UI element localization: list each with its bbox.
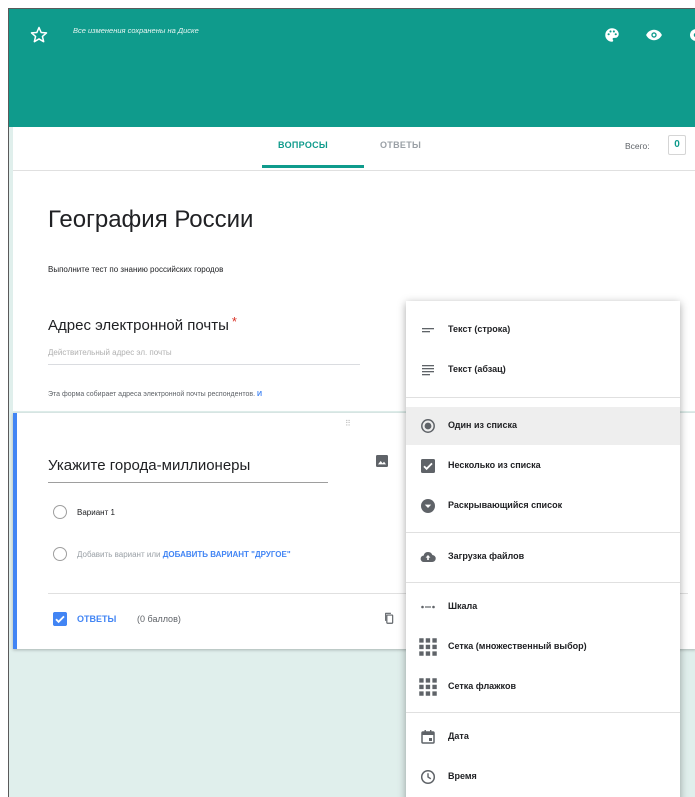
menu-item-label: Один из списка — [448, 420, 517, 430]
eye-icon[interactable] — [645, 26, 663, 44]
menu-item-label: Загрузка файлов — [448, 551, 525, 561]
app-frame: Все изменения сохранены на Диске ВОПРОСЫ… — [8, 8, 695, 797]
menu-item-multiple-choice[interactable]: Один из списка — [406, 407, 680, 445]
email-question-label: Адрес электронной почты — [48, 317, 229, 334]
tab-bar: ВОПРОСЫ ОТВЕТЫ Всего: 0 — [13, 127, 695, 171]
clock-icon — [420, 769, 436, 785]
answer-key-link[interactable]: ОТВЕТЫ — [77, 614, 116, 624]
email-field: Действительный адрес эл. почты — [48, 348, 360, 365]
linear-scale-icon — [421, 605, 435, 609]
menu-item-checkbox-grid[interactable]: Сетка флажков — [406, 668, 680, 706]
menu-item-date[interactable]: Дата — [406, 718, 680, 756]
calendar-icon — [421, 730, 435, 744]
menu-divider — [406, 397, 680, 398]
palette-icon[interactable] — [603, 26, 621, 44]
tab-answers[interactable]: ОТВЕТЫ — [380, 140, 421, 150]
menu-item-label: Текст (строка) — [448, 324, 511, 334]
paragraph-icon — [422, 365, 434, 376]
menu-item-short-text[interactable]: Текст (строка) — [406, 311, 680, 349]
cloud-upload-icon — [420, 552, 436, 563]
header-bar: Все изменения сохранены на Диске — [9, 9, 695, 127]
form-description[interactable]: Выполните тест по знанию российских горо… — [48, 265, 223, 274]
add-other-option-link[interactable]: ДОБАВИТЬ ВАРИАНТ "ДРУГОЕ" — [163, 550, 291, 559]
menu-item-label: Сетка (множественный выбор) — [448, 641, 587, 651]
dropdown-icon — [421, 499, 435, 513]
star-icon[interactable] — [29, 25, 49, 45]
add-option-radio — [53, 547, 67, 561]
drag-handle-icon[interactable]: ⠿ — [345, 419, 351, 428]
checkbox-icon — [421, 459, 435, 473]
short-text-icon — [422, 328, 434, 333]
menu-item-checkboxes[interactable]: Несколько из списка — [406, 447, 680, 485]
email-note-text: Эта форма собирает адреса электронной по… — [48, 391, 256, 398]
menu-item-grid[interactable]: Сетка (множественный выбор) — [406, 628, 680, 666]
menu-item-file-upload[interactable]: Загрузка файлов — [406, 538, 680, 576]
tab-questions[interactable]: ВОПРОСЫ — [278, 140, 328, 150]
total-points-value[interactable]: 0 — [668, 135, 686, 155]
answers-checkbox-icon[interactable] — [53, 612, 67, 626]
active-card-accent — [13, 413, 17, 649]
menu-item-label: Сетка флажков — [448, 681, 516, 691]
active-tab-indicator — [262, 165, 364, 168]
add-option-row: Добавить вариант или ДОБАВИТЬ ВАРИАНТ "Д… — [77, 550, 291, 559]
question-type-menu: Текст (строка) Текст (абзац) Один из спи… — [406, 301, 680, 797]
form-title[interactable]: География России — [48, 206, 253, 234]
email-note-link[interactable]: И — [257, 391, 262, 398]
question-title-input[interactable]: Укажите города-миллионеры — [48, 457, 328, 483]
menu-divider — [406, 582, 680, 583]
menu-item-label: Шкала — [448, 601, 478, 611]
email-collection-note: Эта форма собирает адреса электронной по… — [48, 391, 262, 398]
menu-item-label: Время — [448, 771, 477, 781]
menu-item-label: Несколько из списка — [448, 460, 541, 470]
menu-item-label: Дата — [448, 731, 469, 741]
option-1-label[interactable]: Вариант 1 — [77, 508, 115, 517]
settings-icon[interactable] — [687, 26, 695, 44]
menu-item-label: Текст (абзац) — [448, 364, 506, 374]
menu-item-label: Раскрывающийся список — [448, 500, 563, 510]
image-icon[interactable] — [374, 453, 390, 469]
radio-icon — [421, 419, 435, 433]
copy-icon[interactable] — [381, 610, 395, 626]
email-question-title: Адрес электронной почты * — [48, 314, 237, 334]
menu-divider — [406, 712, 680, 713]
points-label: (0 баллов) — [137, 614, 181, 624]
total-points-label: Всего: — [625, 141, 650, 151]
add-option-link[interactable]: Добавить вариант — [77, 550, 145, 559]
grid-icon — [419, 638, 437, 656]
menu-item-dropdown[interactable]: Раскрывающийся список — [406, 487, 680, 525]
menu-item-paragraph[interactable]: Текст (абзац) — [406, 351, 680, 389]
or-label: или — [146, 550, 161, 559]
checkbox-grid-icon — [419, 678, 437, 696]
option-radio — [53, 505, 67, 519]
menu-item-linear-scale[interactable]: Шкала — [406, 588, 680, 626]
required-mark: * — [231, 314, 237, 329]
menu-item-time[interactable]: Время — [406, 758, 680, 796]
save-status: Все изменения сохранены на Диске — [73, 26, 199, 35]
menu-divider — [406, 532, 680, 533]
